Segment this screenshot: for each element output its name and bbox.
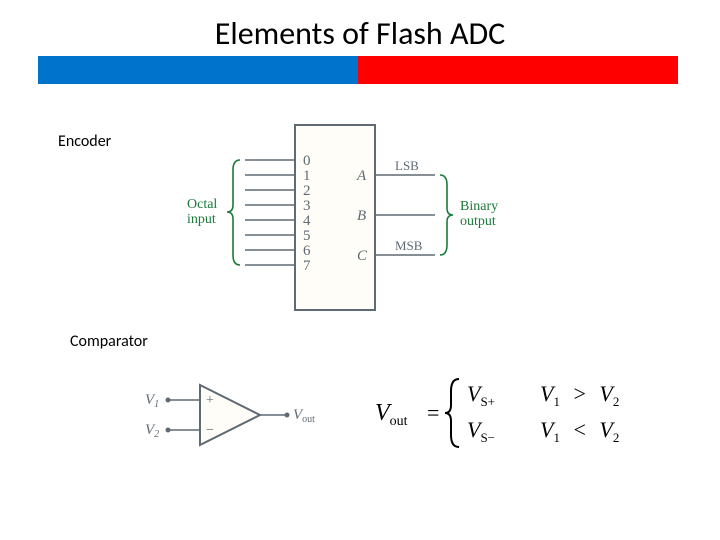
eq-lhs: Vout xyxy=(375,400,408,429)
eq-case1-val: VS+ xyxy=(467,381,495,409)
eq-case2-cond: V1 < V2 xyxy=(540,417,619,447)
bar-red xyxy=(358,56,678,84)
plus-label: + xyxy=(206,393,214,408)
svg-text:V1: V1 xyxy=(145,392,159,410)
page-title: Elements of Flash ADC xyxy=(0,14,720,53)
svg-text:Vout: Vout xyxy=(293,407,315,425)
svg-text:MSB: MSB xyxy=(395,238,423,253)
output-bracket xyxy=(440,175,453,255)
svg-text:3: 3 xyxy=(303,198,311,214)
encoder-diagram: 0 1 2 3 4 5 6 7 Octal input A B C LSB MS xyxy=(185,115,515,325)
eq-equals: = xyxy=(427,400,439,425)
svg-text:5: 5 xyxy=(303,228,311,244)
comparator-heading: Comparator xyxy=(70,332,148,351)
encoder-heading: Encoder xyxy=(58,132,111,151)
svg-text:2: 2 xyxy=(303,183,311,199)
octal-input-label: Octal input xyxy=(187,197,221,227)
accent-bar xyxy=(38,56,678,84)
svg-text:LSB: LSB xyxy=(395,158,419,173)
svg-text:B: B xyxy=(357,208,366,224)
svg-text:V2: V2 xyxy=(145,422,159,440)
v2-label: V2 xyxy=(145,422,159,440)
svg-text:A: A xyxy=(356,168,367,184)
v1-label: V1 xyxy=(145,392,159,410)
vout-label: Vout xyxy=(293,407,315,425)
minus-label: − xyxy=(206,423,214,438)
svg-text:1: 1 xyxy=(303,168,311,184)
eq-case1-cond: V1 > V2 xyxy=(540,381,619,411)
svg-text:7: 7 xyxy=(303,258,311,274)
comparator-equation: Vout = VS+ V1 > V2 VS− V1 < V2 xyxy=(375,365,675,460)
encoder-input-labels: 0 1 2 3 4 5 6 7 xyxy=(303,153,311,274)
svg-text:C: C xyxy=(357,248,368,264)
encoder-output-roles: LSB MSB xyxy=(395,158,423,253)
eq-case2-val: VS− xyxy=(467,417,495,445)
input-bracket xyxy=(227,160,240,265)
comparator-diagram: + − V1 V2 Vout xyxy=(135,370,335,460)
encoder-inputs xyxy=(245,160,295,265)
bar-blue xyxy=(38,56,358,84)
svg-text:4: 4 xyxy=(303,213,311,229)
binary-output-label: Binary output xyxy=(460,199,502,229)
svg-text:0: 0 xyxy=(303,153,311,169)
brace-icon xyxy=(445,379,459,447)
svg-text:6: 6 xyxy=(303,243,311,259)
